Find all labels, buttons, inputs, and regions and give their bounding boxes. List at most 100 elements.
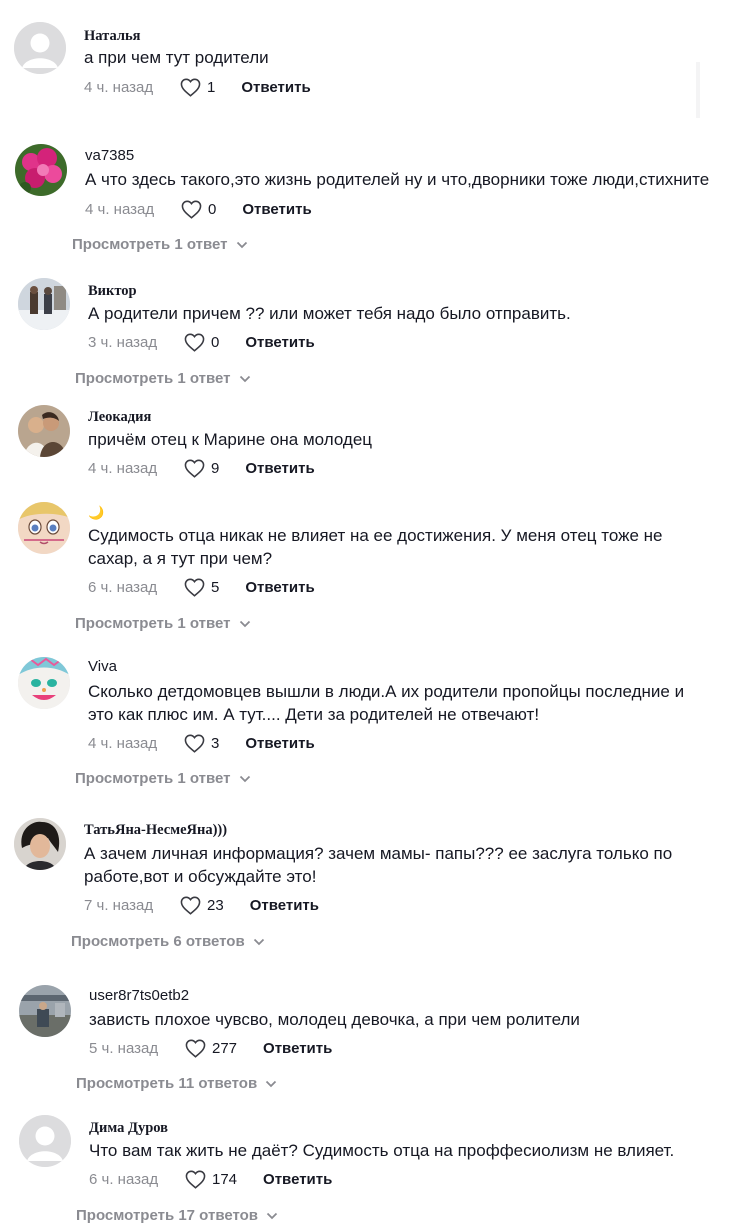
comment-timestamp: 5 ч. назад <box>89 1039 159 1057</box>
view-replies-label: Просмотреть 6 ответов <box>71 933 245 950</box>
comment-text-line-2: это как плюс им. А тут.... Дети за родит… <box>88 705 540 724</box>
reply-button[interactable]: Ответить <box>245 735 314 752</box>
comment-text: причём отец к Марине она молодец <box>88 430 373 449</box>
avatar[interactable] <box>18 278 70 330</box>
avatar[interactable] <box>15 144 67 196</box>
comment-username[interactable]: user8r7ts0etb2 <box>89 987 189 1005</box>
comment-text: А зачем личная информация? зачем мамы- п… <box>84 844 673 863</box>
comment-timestamp: 7 ч. назад <box>84 896 154 914</box>
comment-text: а при чем тут родители <box>84 48 269 67</box>
comment-username[interactable]: ТатьЯна-НесмеЯна))) <box>84 821 227 839</box>
view-replies-label: Просмотреть 11 ответов <box>76 1075 258 1092</box>
comment-username[interactable]: Дима Дуров <box>89 1119 168 1137</box>
couple-photo-avatar <box>18 405 70 457</box>
woman-portrait-avatar <box>14 818 66 870</box>
reply-button[interactable]: Ответить <box>242 201 311 218</box>
view-replies-label: Просмотреть 1 ответ <box>72 236 228 253</box>
like-count: 3 <box>211 734 220 752</box>
heart-outline-icon <box>180 896 201 915</box>
default-user-avatar-icon <box>19 1115 71 1167</box>
avatar[interactable] <box>19 985 71 1037</box>
heart-outline-icon <box>181 200 202 219</box>
avatar[interactable] <box>19 1115 71 1167</box>
reply-button[interactable]: Ответить <box>263 1040 332 1057</box>
comment-meta: 4 ч. назад 3 Ответить <box>88 732 315 754</box>
view-replies-button[interactable]: Просмотреть 1 ответ <box>72 236 248 253</box>
reply-button[interactable]: Ответить <box>245 460 314 477</box>
comment-text: Сколько детдомовцев вышли в люди.А их ро… <box>88 682 685 701</box>
reply-button[interactable]: Ответить <box>245 334 314 351</box>
avatar[interactable] <box>18 405 70 457</box>
like-count: 9 <box>211 459 220 477</box>
comment-text: А что здесь такого,это жизнь родителей н… <box>85 170 710 189</box>
like-button[interactable]: 3 <box>184 734 219 753</box>
comment-meta: 5 ч. назад 277 Ответить <box>89 1037 332 1059</box>
like-button[interactable]: 0 <box>181 200 216 219</box>
comment-meta: 6 ч. назад 174 Ответить <box>89 1168 332 1190</box>
winter-photo-avatar <box>18 278 70 330</box>
like-button[interactable]: 9 <box>184 459 219 478</box>
view-replies-button[interactable]: Просмотреть 1 ответ <box>75 770 251 787</box>
view-replies-button[interactable]: Просмотреть 6 ответов <box>71 933 265 950</box>
view-replies-button[interactable]: Просмотреть 1 ответ <box>75 370 251 387</box>
reply-button[interactable]: Ответить <box>245 579 314 596</box>
illustrated-face-avatar <box>18 657 70 709</box>
comment-text-line-2: работе,вот и обсуждайте это! <box>84 867 317 886</box>
like-button[interactable]: 174 <box>185 1170 237 1189</box>
comment-timestamp: 4 ч. назад <box>85 200 155 218</box>
like-button[interactable]: 1 <box>180 78 215 97</box>
flower-photo-avatar <box>15 144 67 196</box>
chevron-down-icon <box>266 1080 277 1087</box>
like-button[interactable]: 0 <box>184 333 219 352</box>
comment-username[interactable]: 🌙 <box>88 504 104 522</box>
comment-username[interactable]: Viva <box>88 658 117 676</box>
comment-timestamp: 4 ч. назад <box>84 78 154 96</box>
like-count: 0 <box>208 200 217 218</box>
heart-outline-icon <box>184 459 205 478</box>
heart-outline-icon <box>184 734 205 753</box>
comment-meta: 3 ч. назад 0 Ответить <box>88 331 315 353</box>
like-button[interactable]: 277 <box>185 1039 237 1058</box>
like-count: 5 <box>211 578 220 596</box>
comment-meta: 4 ч. назад 1 Ответить <box>84 76 311 98</box>
chevron-down-icon <box>239 775 250 782</box>
comment-meta: 6 ч. назад 5 Ответить <box>88 576 315 598</box>
avatar[interactable] <box>18 657 70 709</box>
view-replies-button[interactable]: Просмотреть 1 ответ <box>75 615 251 632</box>
comment-timestamp: 6 ч. назад <box>88 578 158 596</box>
chevron-down-icon <box>239 620 250 627</box>
chevron-down-icon <box>253 938 264 945</box>
chevron-down-icon <box>236 241 247 248</box>
avatar[interactable] <box>14 818 66 870</box>
comment-username[interactable]: Виктор <box>88 282 137 300</box>
like-count: 0 <box>211 333 220 351</box>
like-button[interactable]: 5 <box>184 578 219 597</box>
like-count: 1 <box>207 78 216 96</box>
scrollbar-fragment <box>696 62 700 118</box>
comment-timestamp: 6 ч. назад <box>89 1170 159 1188</box>
comment-text: зависть плохое чувсво, молодец девочка, … <box>89 1010 580 1029</box>
view-replies-button[interactable]: Просмотреть 11 ответов <box>76 1075 277 1092</box>
chevron-down-icon <box>266 1212 278 1219</box>
reply-button[interactable]: Ответить <box>241 79 310 96</box>
comment-username[interactable]: va7385 <box>85 147 134 165</box>
heart-outline-icon <box>185 1170 206 1189</box>
default-user-avatar-icon <box>14 22 66 74</box>
comment-text-line-2: сахар, а я тут при чем? <box>88 549 273 568</box>
heart-outline-icon <box>184 333 205 352</box>
avatar[interactable] <box>18 502 70 554</box>
heart-outline-icon <box>184 578 205 597</box>
comment-timestamp: 3 ч. назад <box>88 333 158 351</box>
landscape-photo-avatar <box>19 985 71 1037</box>
view-replies-label: Просмотреть 17 ответов <box>76 1207 259 1224</box>
comment-username[interactable]: Леокадия <box>88 408 151 426</box>
view-replies-label: Просмотреть 1 ответ <box>75 615 231 632</box>
like-button[interactable]: 23 <box>180 896 224 915</box>
avatar[interactable] <box>14 22 66 74</box>
comment-username[interactable]: Наталья <box>84 27 140 45</box>
comment-meta: 7 ч. назад 23 Ответить <box>84 894 319 916</box>
reply-button[interactable]: Ответить <box>250 897 319 914</box>
view-replies-button[interactable]: Просмотреть 17 ответов <box>76 1207 278 1224</box>
reply-button[interactable]: Ответить <box>263 1171 332 1188</box>
like-count: 174 <box>212 1170 238 1188</box>
